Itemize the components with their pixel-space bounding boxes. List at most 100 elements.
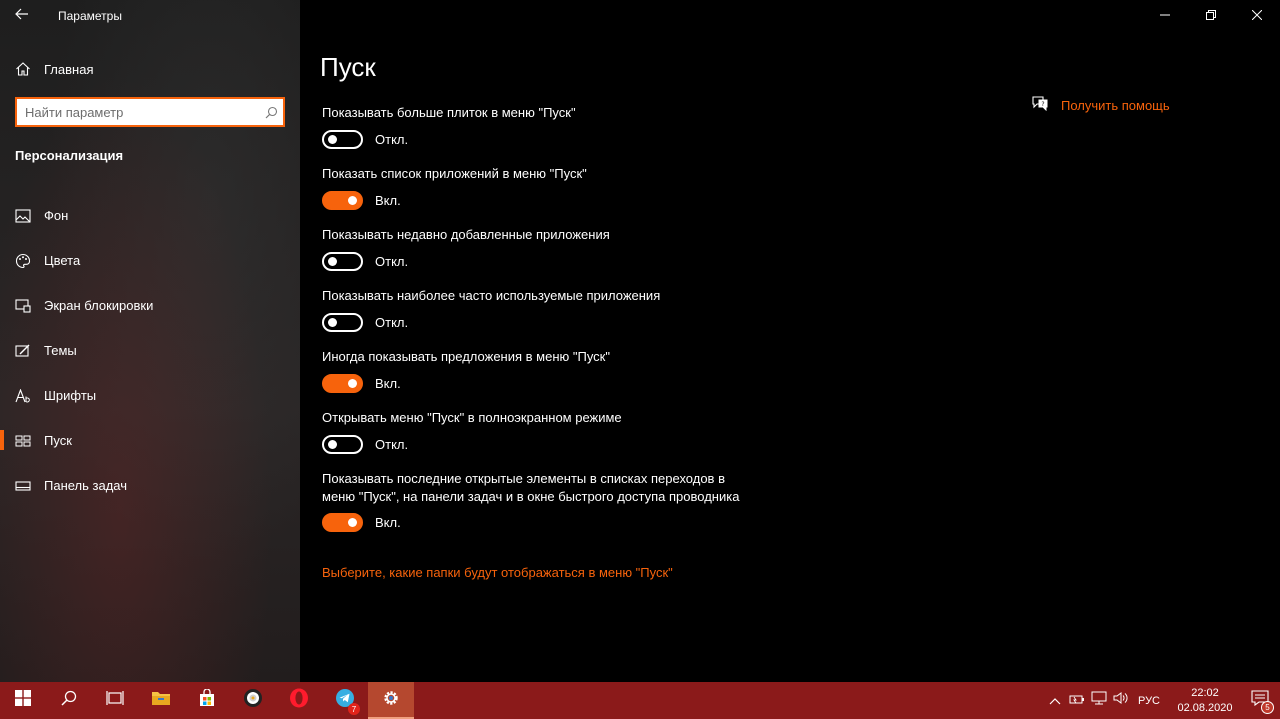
battery-icon [1069,692,1085,710]
picture-icon [13,206,33,226]
setting-label: Показать список приложений в меню "Пуск" [322,166,587,181]
setting-label: Открывать меню "Пуск" в полноэкранном ре… [322,410,622,425]
store-icon [198,688,216,712]
get-help-label: Получить помощь [1061,98,1170,113]
help-chat-icon: ? [1031,95,1049,116]
home-icon [13,59,33,79]
toggle-knob [328,134,337,144]
settings-gear-icon [382,689,400,712]
minimize-button[interactable] [1142,0,1188,32]
sidebar-item-label: Главная [44,61,94,77]
sidebar-item-home[interactable]: Главная [0,56,300,82]
search-box[interactable] [15,97,285,127]
sidebar-item-colors[interactable]: Цвета [0,238,300,283]
tray-volume-button[interactable] [1110,682,1132,719]
taskbar-icon [13,476,33,496]
section-heading: Персонализация [15,148,124,163]
sidebar-item-fonts[interactable]: Шрифты [0,373,300,418]
palette-icon [13,251,33,271]
choose-folders-link[interactable]: Выберите, какие папки будут отображаться… [322,565,673,580]
close-icon [1251,7,1263,25]
setting-recently-added: Показывать недавно добавленные приложени… [322,226,742,271]
tray-network-button[interactable] [1088,682,1110,719]
sidebar-item-label: Экран блокировки [44,298,154,313]
toggle-state-label: Вкл. [375,192,401,208]
setting-label: Иногда показывать предложения в меню "Пу… [322,349,610,364]
opera-icon [289,688,309,713]
get-help-link[interactable]: ? Получить помощь [1031,95,1170,116]
taskbar-search-button[interactable] [46,682,92,719]
chevron-up-icon [1049,692,1061,710]
sidebar-item-taskbar[interactable]: Панель задач [0,463,300,508]
setting-label: Показывать последние открытые элементы в… [322,471,740,504]
task-view-button[interactable] [92,682,138,719]
toggle-switch[interactable] [322,434,363,454]
opera-button[interactable] [276,682,322,719]
search-icon [61,690,77,711]
clock-date: 02.08.2020 [1177,701,1233,714]
sidebar-item-start[interactable]: Пуск [0,418,300,463]
search-input[interactable] [17,99,259,125]
toggle-state-label: Вкл. [375,515,401,530]
toggle-state-label: Откл. [375,436,409,452]
toggle-switch[interactable] [322,251,363,271]
svg-text:?: ? [1041,101,1044,108]
sidebar-item-lock-screen[interactable]: Экран блокировки [0,283,300,328]
toggle-knob [348,518,357,527]
window-title: Параметры [58,9,122,23]
page-title: Пуск [320,52,376,82]
task-view-icon [106,690,124,711]
toggle-state-label: Откл. [375,314,409,330]
volume-icon [1113,691,1129,710]
toggle-switch[interactable] [322,373,363,393]
sidebar-item-label: Пуск [44,433,72,448]
clock[interactable]: 22:02 02.08.2020 [1170,686,1240,716]
sidebar-item-label: Фон [44,208,69,223]
store-button[interactable] [184,682,230,719]
minimize-icon [1160,7,1170,25]
title-bar: Параметры [0,0,300,32]
toggle-switch[interactable] [322,129,363,149]
file-explorer-button[interactable] [138,682,184,719]
setting-app-list: Показать список приложений в меню "Пуск"… [322,165,742,210]
close-button[interactable] [1234,0,1280,32]
window-controls [1142,0,1280,32]
search-icon[interactable] [259,106,283,119]
action-center-button[interactable]: 5 [1240,682,1280,719]
toggle-state-label: Откл. [375,131,409,147]
file-explorer-icon [151,690,171,711]
font-icon [13,386,33,406]
sidebar-item-label: Шрифты [44,388,97,403]
sidebar-item-background[interactable]: Фон [0,193,300,238]
sidebar-item-label: Темы [44,343,77,358]
maximize-button[interactable] [1188,0,1234,32]
toggle-knob [348,195,357,205]
toggle-switch[interactable] [322,190,363,210]
start-button[interactable] [0,682,46,719]
sidebar-item-label: Цвета [44,253,81,268]
telegram-button[interactable]: 7 [322,682,368,719]
taskbar: 7 РУС 22:02 02.08.2020 5 [0,682,1280,719]
toggle-switch[interactable] [322,513,363,532]
start-icon [13,431,33,451]
tray-battery-button[interactable] [1066,682,1088,719]
settings-taskbar-button[interactable] [368,682,414,719]
setting-most-used: Показывать наиболее часто используемые п… [322,287,742,332]
show-hidden-icons-button[interactable] [1044,682,1066,719]
back-button[interactable] [0,0,44,32]
settings-sidebar: Параметры Главная Персонализация Фон Цве… [0,0,300,682]
notification-count-badge: 5 [1261,701,1274,714]
telegram-unread-badge: 7 [348,703,360,715]
media-player-button[interactable] [230,682,276,719]
windows-start-icon [15,690,31,711]
toggle-state-label: Откл. [375,253,409,269]
setting-label: Показывать больше плиток в меню "Пуск" [322,105,576,120]
restore-icon [1206,7,1216,25]
toggle-knob [328,256,337,266]
media-player-icon [243,688,263,713]
setting-suggestions: Иногда показывать предложения в меню "Пу… [322,348,742,393]
input-language-indicator[interactable]: РУС [1138,695,1160,707]
sidebar-item-themes[interactable]: Темы [0,328,300,373]
toggle-knob [348,378,357,388]
toggle-switch[interactable] [322,312,363,332]
